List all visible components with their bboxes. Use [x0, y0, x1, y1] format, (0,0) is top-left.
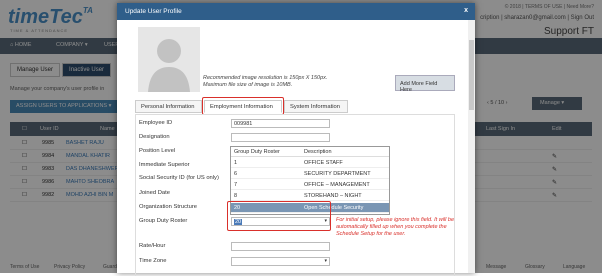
- modal-scrollbar[interactable]: [468, 20, 475, 273]
- timezone-select[interactable]: ▾: [231, 257, 330, 266]
- timezone-label: Time Zone: [139, 258, 167, 264]
- position-level-label: Position Level: [139, 148, 176, 154]
- scrollbar-thumb[interactable]: [469, 40, 474, 110]
- employee-id-field[interactable]: 009981: [231, 119, 330, 128]
- employee-id-label: Employee ID: [139, 120, 173, 126]
- tab-personal-information[interactable]: Personal Information: [135, 100, 202, 113]
- ssid-label: Social Security ID (for US only): [139, 175, 219, 181]
- close-icon[interactable]: x: [464, 7, 468, 14]
- user-silhouette-icon: [138, 27, 200, 92]
- dropdown-col-roster: Group Duty Roster: [234, 149, 280, 155]
- dropdown-option[interactable]: 1 OFFICE STAFF: [231, 158, 389, 168]
- add-more-field-button[interactable]: Add More Field Here: [395, 75, 455, 93]
- rate-hour-field[interactable]: [231, 242, 330, 251]
- chevron-down-icon: ▾: [324, 258, 327, 264]
- group-duty-highlight-box: [227, 201, 331, 231]
- org-structure-label: Organization Structure: [139, 204, 197, 210]
- dropdown-option[interactable]: 7 OFFICE – MANAGEMENT: [231, 180, 389, 190]
- tab-highlight-box: [202, 97, 284, 115]
- image-requirement-note: Recommended image resolution is 150px X …: [203, 75, 328, 88]
- group-duty-note: For initial setup, please ignore this fi…: [336, 217, 455, 237]
- dropdown-option[interactable]: 6 SECURITY DEPARTMENT: [231, 169, 389, 179]
- rate-hour-label: Rate/Hour: [139, 243, 166, 249]
- avatar[interactable]: [138, 27, 200, 92]
- tab-system-information[interactable]: System Information: [284, 100, 348, 113]
- immediate-superior-label: Immediate Superior: [139, 162, 190, 168]
- designation-field[interactable]: [231, 133, 330, 142]
- dropdown-col-description: Description: [304, 149, 332, 155]
- modal-title: Update User Profile: [117, 3, 475, 20]
- dropdown-header: Group Duty Roster Description: [231, 147, 389, 157]
- group-duty-label: Group Duty Roster: [139, 218, 188, 224]
- joined-date-label: Joined Date: [139, 190, 170, 196]
- dropdown-option[interactable]: 8 STOREHAND – NIGHT: [231, 191, 389, 201]
- designation-label: Designation: [139, 134, 170, 140]
